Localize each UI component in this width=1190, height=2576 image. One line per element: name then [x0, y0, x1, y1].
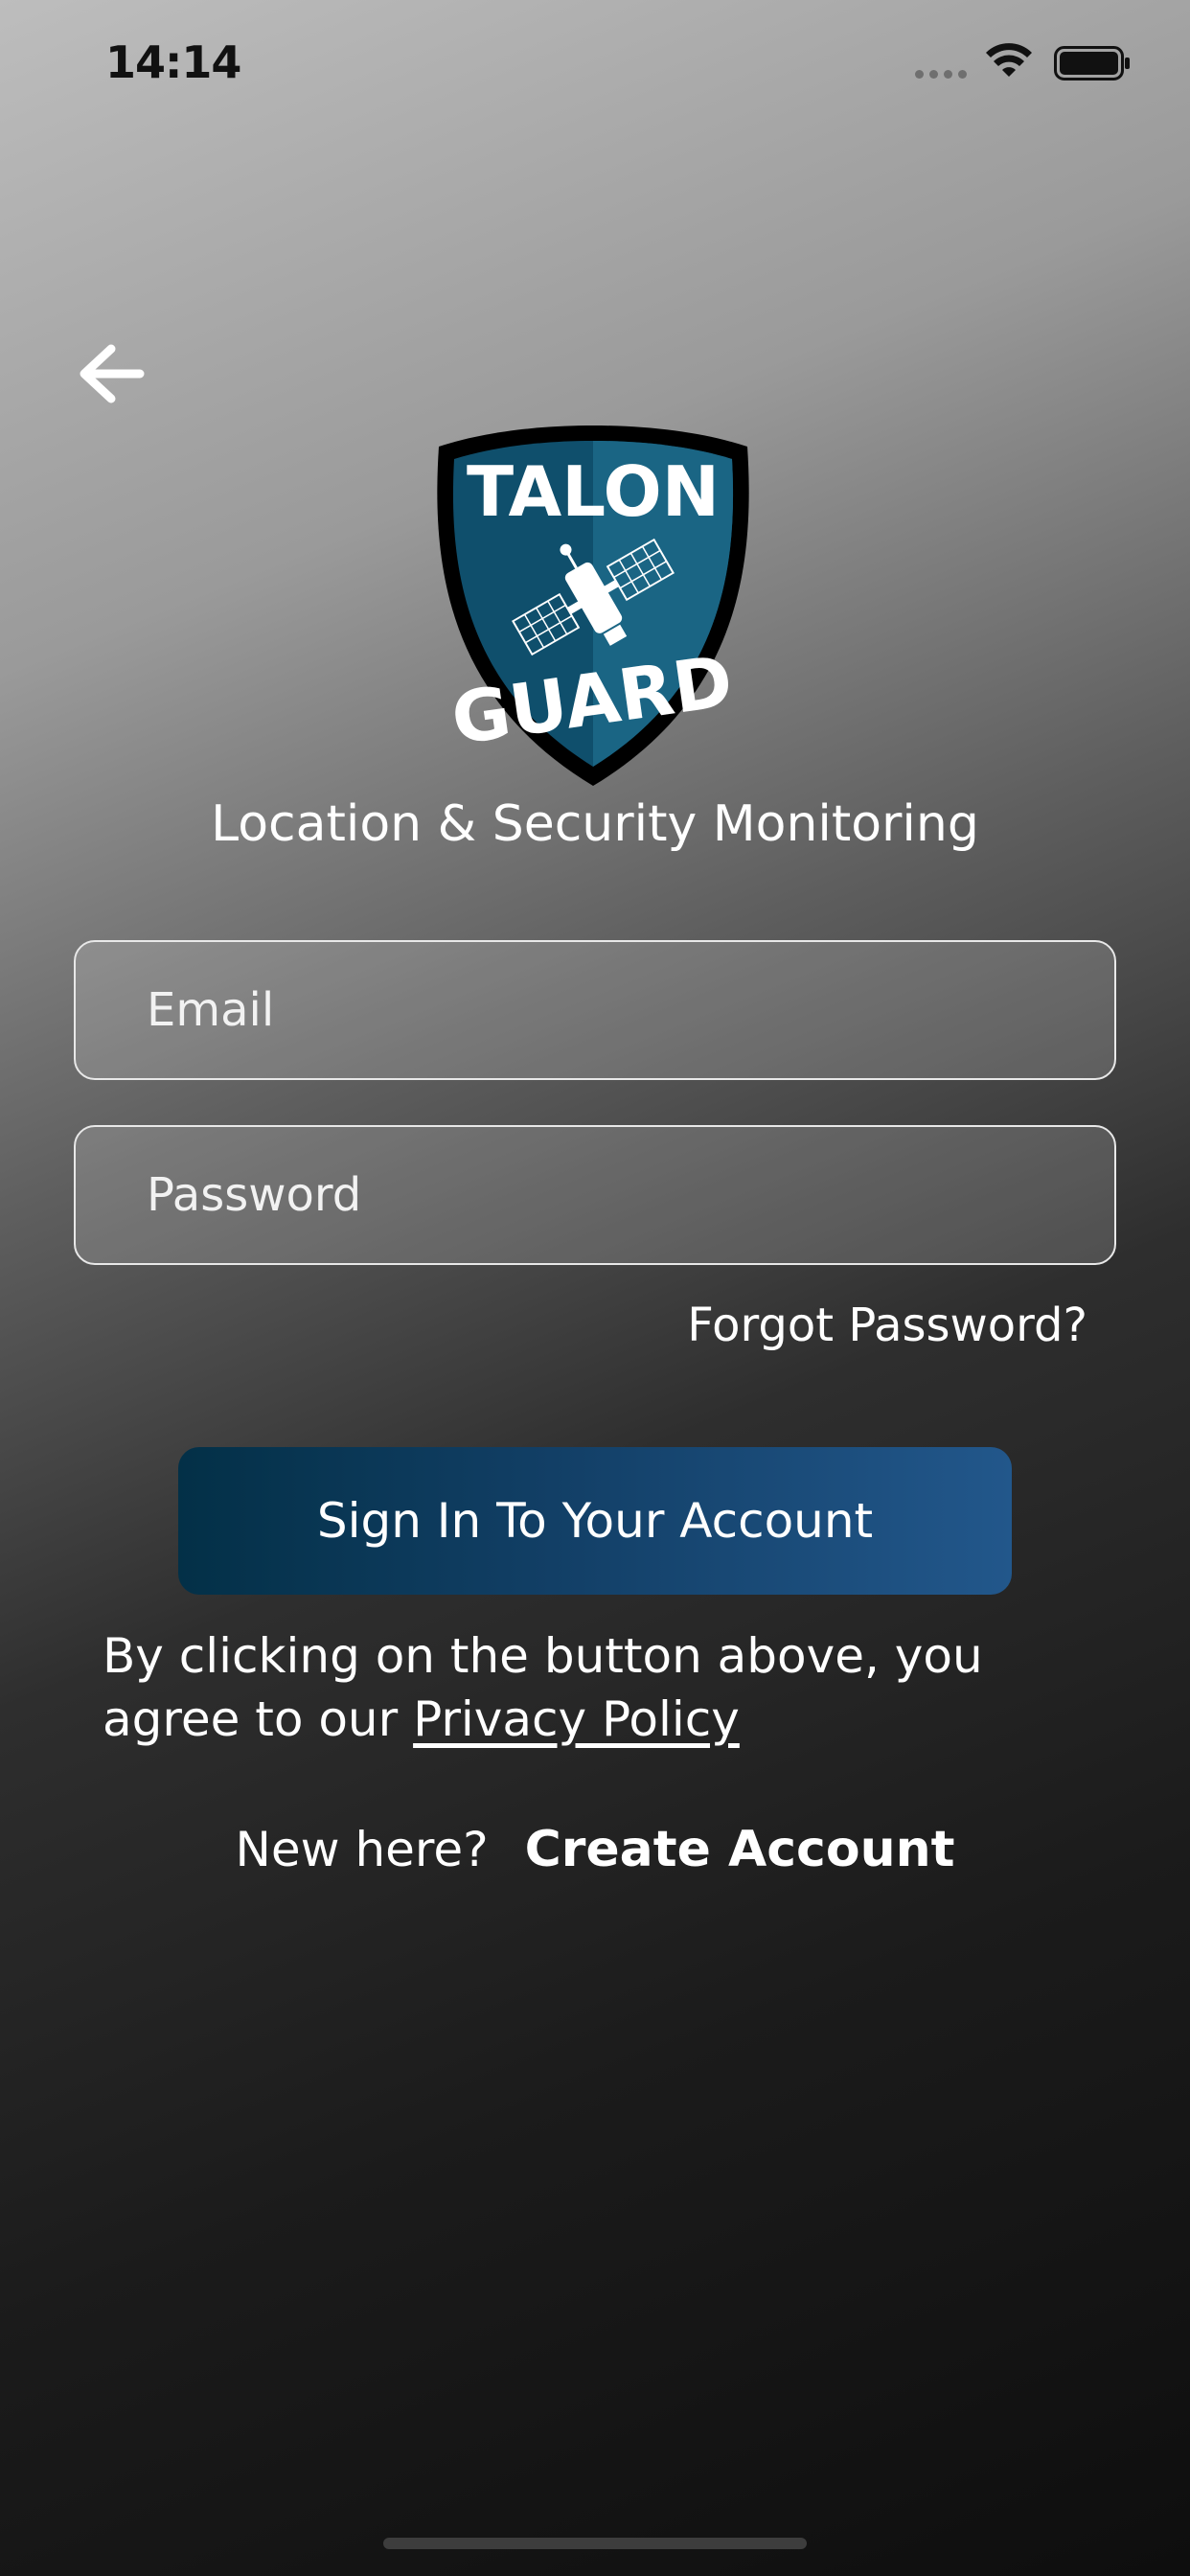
- password-field[interactable]: [76, 1127, 1114, 1263]
- status-bar: 14:14: [0, 0, 1190, 125]
- battery-icon: [1054, 46, 1130, 80]
- privacy-policy-link[interactable]: Privacy Policy: [413, 1691, 740, 1747]
- create-account-link[interactable]: Create Account: [525, 1821, 955, 1878]
- agreement-text: By clicking on the button above, you agr…: [103, 1624, 1109, 1751]
- forgot-password-link[interactable]: Forgot Password?: [687, 1299, 1087, 1352]
- cellular-signal-icon: [915, 70, 967, 79]
- new-here-label: New here?: [235, 1822, 489, 1877]
- email-field-container[interactable]: [74, 940, 1116, 1080]
- email-field[interactable]: [76, 942, 1114, 1078]
- password-field-container[interactable]: [74, 1125, 1116, 1265]
- home-indicator[interactable]: [383, 2538, 807, 2549]
- app-tagline: Location & Security Monitoring: [211, 795, 979, 853]
- status-time: 14:14: [105, 36, 241, 88]
- sign-in-button[interactable]: Sign In To Your Account: [178, 1447, 1012, 1595]
- back-button[interactable]: [77, 335, 172, 412]
- signup-row: New here? Create Account: [0, 1821, 1190, 1878]
- back-arrow-icon: [80, 344, 145, 403]
- logo-text-top: TALON: [467, 451, 720, 532]
- talon-guard-logo: TALON GUARD: [437, 426, 749, 786]
- wifi-icon: [986, 43, 1032, 77]
